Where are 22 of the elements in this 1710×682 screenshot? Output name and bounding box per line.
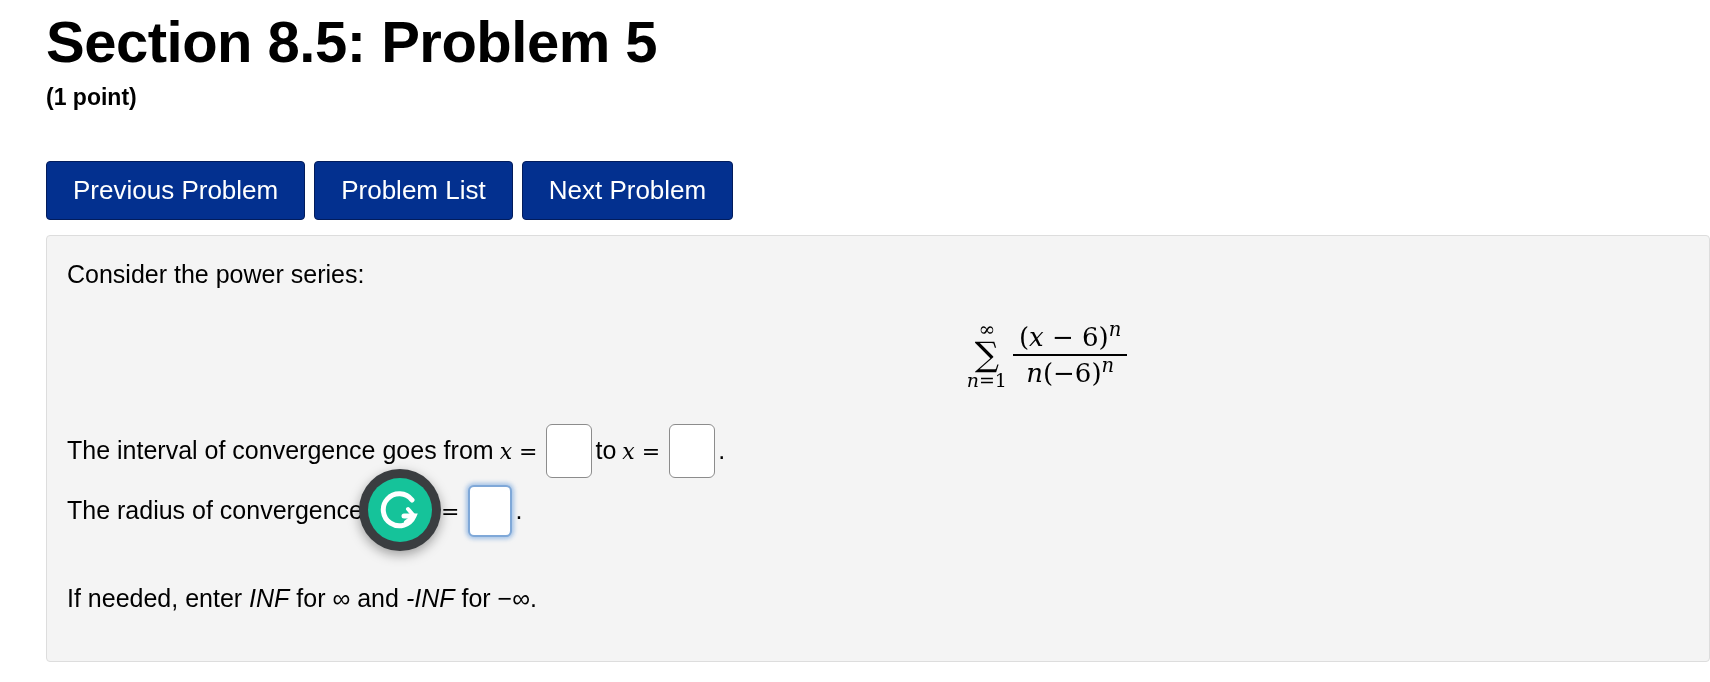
- nav-button[interactable]: Previous Problem: [46, 160, 306, 220]
- denominator: n(−6)$^{n}$: [1025, 355, 1116, 390]
- math-label: x =: [499, 437, 538, 466]
- answer-text: .: [515, 495, 523, 527]
- page-title: Section 8.5: Problem 5: [46, 8, 659, 76]
- math-label: =: [441, 497, 460, 526]
- nav-button[interactable]: Next Problem: [521, 160, 734, 220]
- answer-text: The radius of convergence: [67, 495, 363, 527]
- answer-field[interactable]: [546, 424, 593, 478]
- answer-text: to: [595, 435, 617, 467]
- answer-text: .: [718, 435, 726, 467]
- numerator: (x − 6)$^{n}$: [1017, 319, 1123, 354]
- sum-upper: ∞: [978, 319, 996, 339]
- writing-assistant-button[interactable]: [359, 469, 441, 551]
- math-label: x =: [622, 437, 661, 466]
- nav-button[interactable]: Problem List: [314, 160, 513, 220]
- answer-text: The interval of convergence goes from: [67, 435, 494, 467]
- hint-text: If needed, enter INF for ∞ and -INF for −∞.: [67, 583, 537, 614]
- answer-field[interactable]: [669, 424, 716, 478]
- points-label: (1 point): [46, 83, 138, 112]
- answer-field[interactable]: [468, 485, 513, 537]
- intro-text: Consider the power series:: [67, 258, 365, 290]
